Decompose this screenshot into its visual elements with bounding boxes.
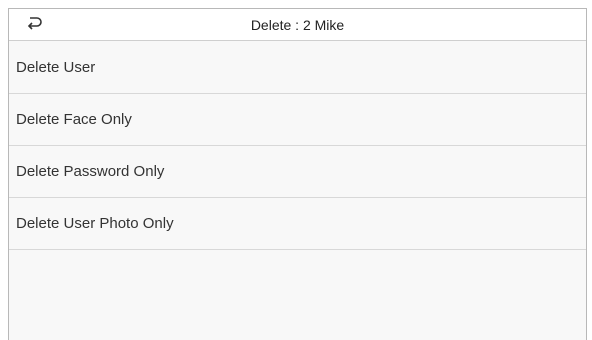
return-arrow-icon [26, 16, 42, 35]
menu-item-delete-user-photo-only[interactable]: Delete User Photo Only [9, 198, 586, 250]
menu-item-delete-password-only[interactable]: Delete Password Only [9, 146, 586, 198]
device-screen: Delete : 2 Mike Delete User Delete Face … [8, 8, 587, 340]
menu-item-delete-face-only[interactable]: Delete Face Only [9, 94, 586, 146]
header-bar: Delete : 2 Mike [9, 9, 586, 41]
back-button[interactable] [17, 13, 51, 37]
page-title: Delete : 2 Mike [250, 17, 345, 33]
delete-options-list: Delete User Delete Face Only Delete Pass… [9, 41, 586, 250]
menu-item-delete-user[interactable]: Delete User [9, 41, 586, 94]
